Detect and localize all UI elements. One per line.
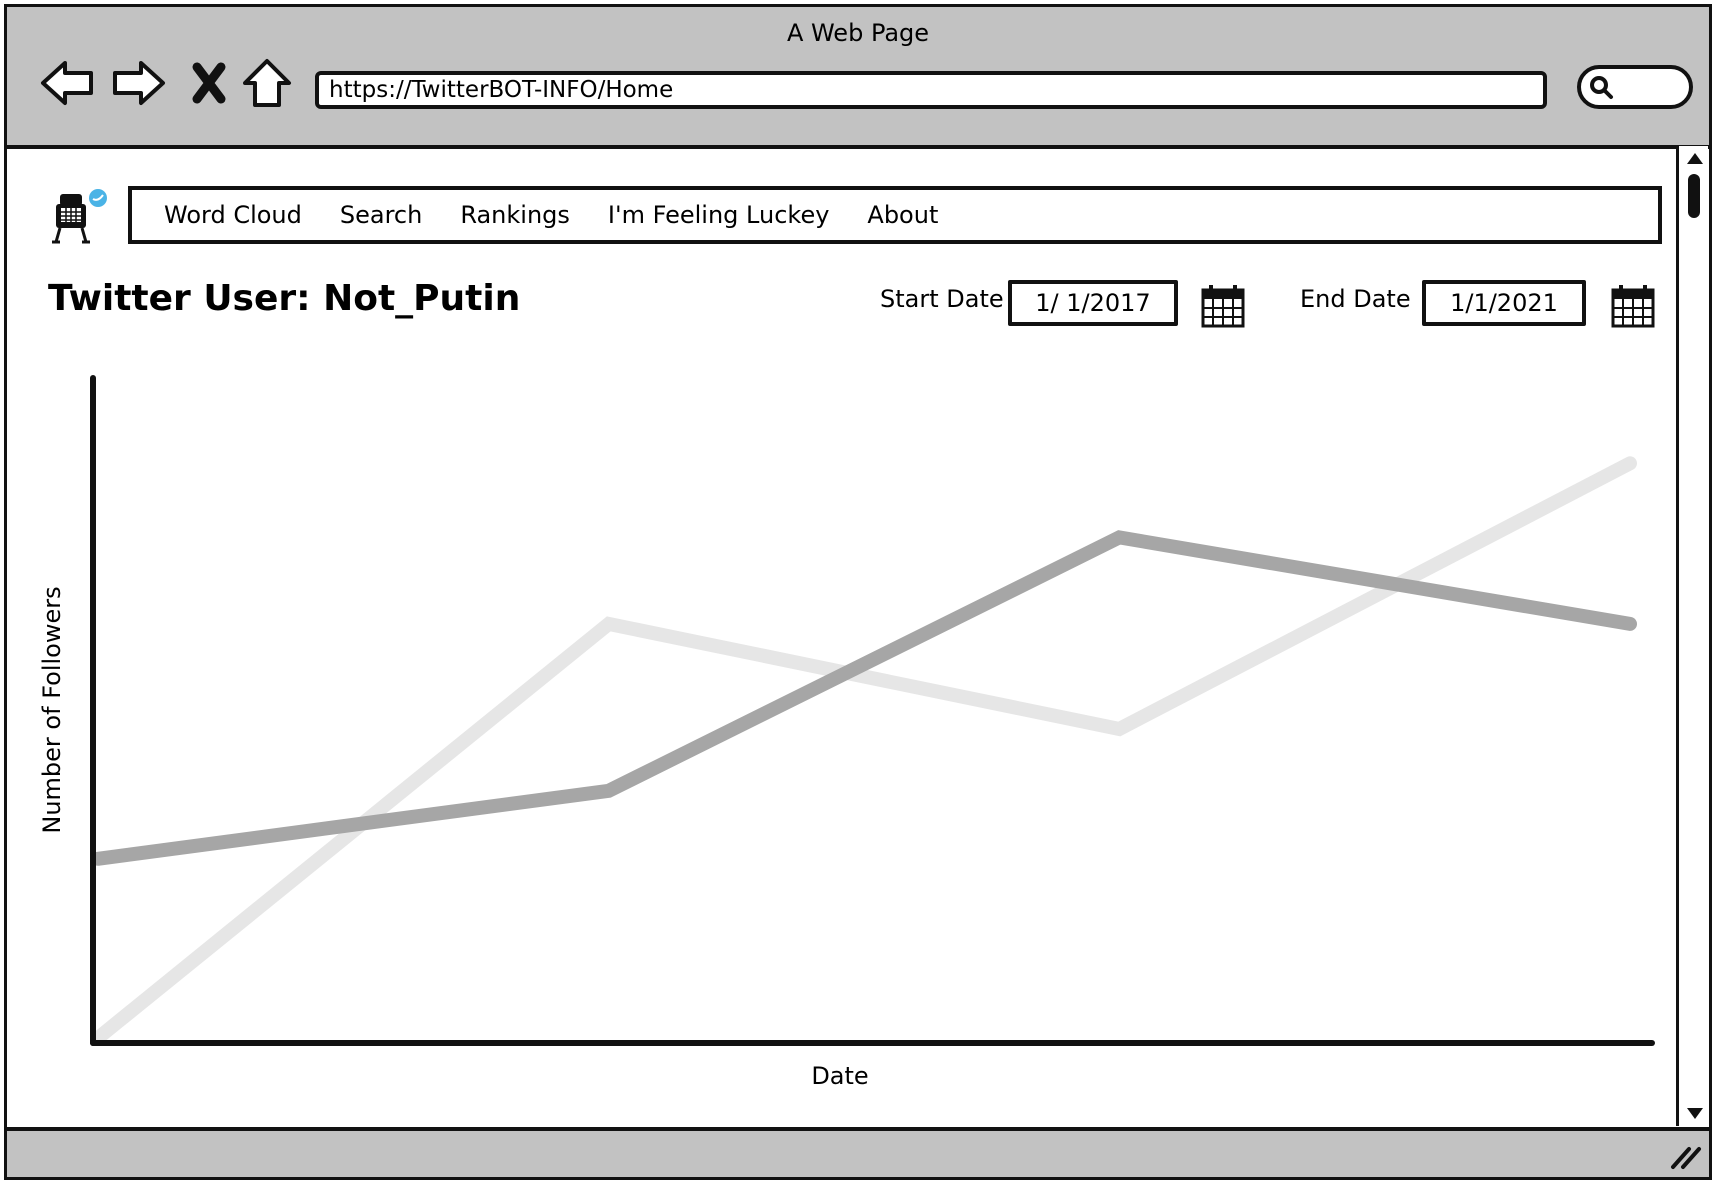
browser-titlebar: A Web Page https://TwitterBOT-INFO/Home [7,7,1709,149]
browser-search-box[interactable] [1577,65,1693,109]
nav-feeling-lucky[interactable]: I'm Feeling Luckey [608,201,829,229]
close-icon[interactable] [177,51,241,115]
scrollbar-thumb[interactable] [1688,174,1700,218]
calendar-icon[interactable] [1610,282,1656,330]
nav-search[interactable]: Search [340,201,422,229]
forward-arrow-icon[interactable] [107,51,171,115]
x-axis-label: Date [811,1062,868,1090]
scroll-up-icon[interactable] [1685,150,1705,166]
nav-about[interactable]: About [867,201,938,229]
back-arrow-icon[interactable] [35,51,99,115]
nav-word-cloud[interactable]: Word Cloud [164,201,302,229]
start-date-label: Start Date [880,285,1004,313]
calendar-icon[interactable] [1200,282,1246,330]
twitter-bot-logo[interactable] [46,186,112,248]
window-title: A Web Page [786,19,930,47]
followers-line-chart: Number of Followers Date [40,375,1655,1090]
home-icon[interactable] [235,51,299,115]
series-line-1 [91,530,1637,866]
browser-statusbar [7,1127,1709,1177]
y-axis-label: Number of Followers [40,586,66,833]
search-icon [1590,76,1613,99]
series-line-2 [91,456,1637,1045]
end-date-field[interactable]: 1/1/2021 [1422,280,1586,326]
resize-grip-icon[interactable] [1669,1141,1703,1171]
scroll-down-icon[interactable] [1685,1106,1705,1122]
address-bar[interactable]: https://TwitterBOT-INFO/Home [315,71,1547,109]
page-title: Twitter User: Not_Putin [48,278,521,319]
main-nav: Word Cloud Search Rankings I'm Feeling L… [128,186,1662,244]
end-date-label: End Date [1300,285,1411,313]
start-date-field[interactable]: 1/ 1/2017 [1008,280,1178,326]
nav-rankings[interactable]: Rankings [460,201,570,229]
vertical-scrollbar[interactable] [1676,146,1708,1126]
